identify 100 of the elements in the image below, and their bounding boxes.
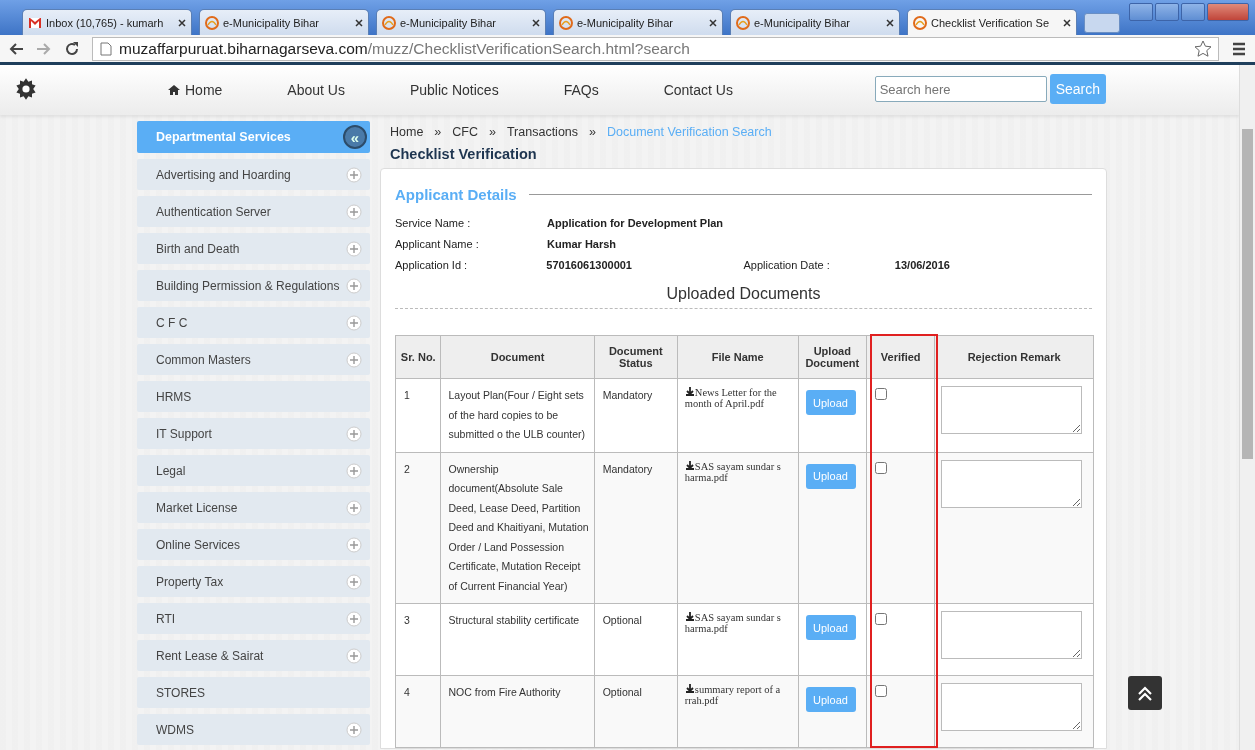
sidebar-item[interactable]: Authentication Server: [137, 196, 370, 227]
browser-tab[interactable]: e-Municipality Bihar: [199, 9, 369, 35]
table-cell: Mandatory: [594, 452, 678, 604]
back-icon[interactable]: [8, 40, 24, 57]
remark-field[interactable]: [941, 683, 1083, 731]
scroll-top-button[interactable]: [1128, 676, 1162, 710]
expand-icon[interactable]: [346, 536, 362, 553]
verified-checkbox[interactable]: [875, 685, 888, 697]
browser-tab[interactable]: e-Municipality Bihar: [376, 9, 546, 35]
sidebar-item[interactable]: Legal: [137, 455, 370, 486]
column-header: Upload Document: [798, 335, 867, 379]
nav-link[interactable]: Contact Us: [663, 82, 733, 98]
section-heading: Applicant Details: [395, 186, 517, 203]
sidebar-item[interactable]: WDMS: [137, 714, 370, 745]
collapse-button[interactable]: «: [343, 125, 367, 149]
download-icon: [684, 611, 695, 621]
menu-icon[interactable]: [1231, 40, 1247, 57]
new-tab-button[interactable]: [1084, 13, 1120, 33]
expand-icon[interactable]: [346, 425, 362, 442]
expand-icon[interactable]: [346, 499, 362, 516]
file-link[interactable]: SAS sayam sundar s harma.pdf: [684, 459, 794, 483]
verified-checkbox[interactable]: [875, 461, 888, 474]
user-button[interactable]: [1129, 3, 1153, 21]
close-icon[interactable]: [886, 18, 894, 27]
column-header: Sr. No.: [395, 335, 441, 379]
close-icon[interactable]: [1063, 18, 1071, 27]
expand-icon[interactable]: [346, 203, 362, 220]
download-icon: [684, 683, 695, 693]
expand-icon[interactable]: [346, 610, 362, 627]
verified-checkbox[interactable]: [875, 613, 888, 625]
search-field[interactable]: Search here: [874, 76, 1047, 102]
sidebar-item[interactable]: Building Permission & Regulations: [137, 270, 370, 301]
close-icon[interactable]: [709, 18, 717, 27]
download-icon: [684, 459, 695, 470]
column-header: Verified: [866, 335, 935, 379]
breadcrumb-link[interactable]: CFC: [452, 125, 478, 139]
field-value: Application for Development Plan: [547, 217, 725, 229]
column-header: Rejection Remark: [934, 335, 1094, 379]
expand-icon[interactable]: [346, 573, 362, 590]
remark-field[interactable]: [941, 611, 1083, 659]
nav-link[interactable]: Public Notices: [409, 82, 499, 98]
sidebar-item[interactable]: Property Tax: [137, 566, 370, 597]
close-button[interactable]: [1207, 3, 1249, 21]
browser-tab[interactable]: Inbox (10,765) - kumarh: [22, 9, 192, 35]
sidebar-item[interactable]: Rent Lease & Sairat: [137, 640, 370, 671]
sidebar-item[interactable]: STORES: [137, 677, 370, 708]
expand-icon[interactable]: [346, 314, 362, 331]
browser-tab[interactable]: e-Municipality Bihar: [553, 9, 723, 35]
address-bar[interactable]: muzaffarpuruat.biharnagarseva.com/muzz/ChecklistVerificationSearch.html?search: [92, 36, 1219, 61]
minimize-button[interactable]: [1155, 3, 1179, 21]
page-icon: [99, 41, 113, 56]
nav-link[interactable]: About Us: [287, 82, 345, 98]
maximize-button[interactable]: [1181, 3, 1205, 21]
sidebar-item[interactable]: Advertising and Hoarding: [137, 159, 370, 190]
site-logo-icon: [382, 15, 396, 30]
settings-icon[interactable]: [14, 77, 38, 101]
double-chevron-up-icon: [1136, 684, 1154, 702]
breadcrumb-separator: »: [589, 125, 596, 139]
breadcrumb-separator: »: [489, 125, 496, 139]
site-logo-icon: [205, 15, 219, 30]
expand-icon[interactable]: [346, 462, 362, 479]
url-text: muzaffarpuruat.biharnagarseva.com/muzz/ChecklistVerificationSearch.html?search: [119, 39, 690, 58]
sidebar-item[interactable]: Online Services: [137, 529, 370, 560]
expand-icon[interactable]: [346, 166, 362, 183]
sidebar-item[interactable]: IT Support: [137, 418, 370, 449]
browser-tab[interactable]: Checklist Verification Se: [907, 9, 1077, 35]
sidebar-item[interactable]: Common Masters: [137, 344, 370, 375]
table-cell: Optional: [594, 675, 678, 748]
sidebar-item[interactable]: HRMS: [137, 381, 370, 412]
expand-icon[interactable]: [346, 647, 362, 664]
expand-icon[interactable]: [346, 277, 362, 294]
reload-icon[interactable]: [64, 40, 80, 57]
verified-checkbox[interactable]: [875, 388, 888, 400]
breadcrumb-link[interactable]: Home: [390, 125, 424, 139]
field-value: 13/06/2016: [894, 259, 951, 271]
scrollbar-thumb[interactable]: [1242, 129, 1253, 459]
bookmark-star-icon[interactable]: [1194, 39, 1212, 58]
browser-tab[interactable]: e-Municipality Bihar: [730, 9, 900, 35]
sidebar-item[interactable]: RTI: [137, 603, 370, 634]
field-value: 57016061300001: [546, 259, 633, 271]
remark-field[interactable]: [941, 459, 1083, 508]
expand-icon[interactable]: [346, 351, 362, 368]
sidebar-item[interactable]: Birth and Death: [137, 233, 370, 264]
close-icon[interactable]: [532, 18, 540, 27]
breadcrumb-link[interactable]: Transactions: [506, 125, 579, 139]
close-icon[interactable]: [355, 18, 363, 27]
close-icon[interactable]: [178, 18, 186, 27]
expand-icon[interactable]: [346, 240, 362, 257]
forward-icon[interactable]: [36, 40, 52, 57]
nav-link[interactable]: Home: [168, 82, 223, 98]
remark-field[interactable]: [941, 386, 1083, 434]
column-header: Document Status: [594, 335, 678, 379]
download-icon: [684, 386, 695, 396]
expand-icon[interactable]: [346, 721, 362, 738]
column-header: File Name: [677, 335, 798, 379]
sidebar-item[interactable]: C F C: [137, 307, 370, 338]
table-cell: Mandatory: [594, 378, 678, 452]
sidebar-item[interactable]: Market License: [137, 492, 370, 523]
sidebar-header[interactable]: Departmental Services «: [137, 121, 370, 153]
nav-link[interactable]: FAQs: [563, 82, 599, 98]
